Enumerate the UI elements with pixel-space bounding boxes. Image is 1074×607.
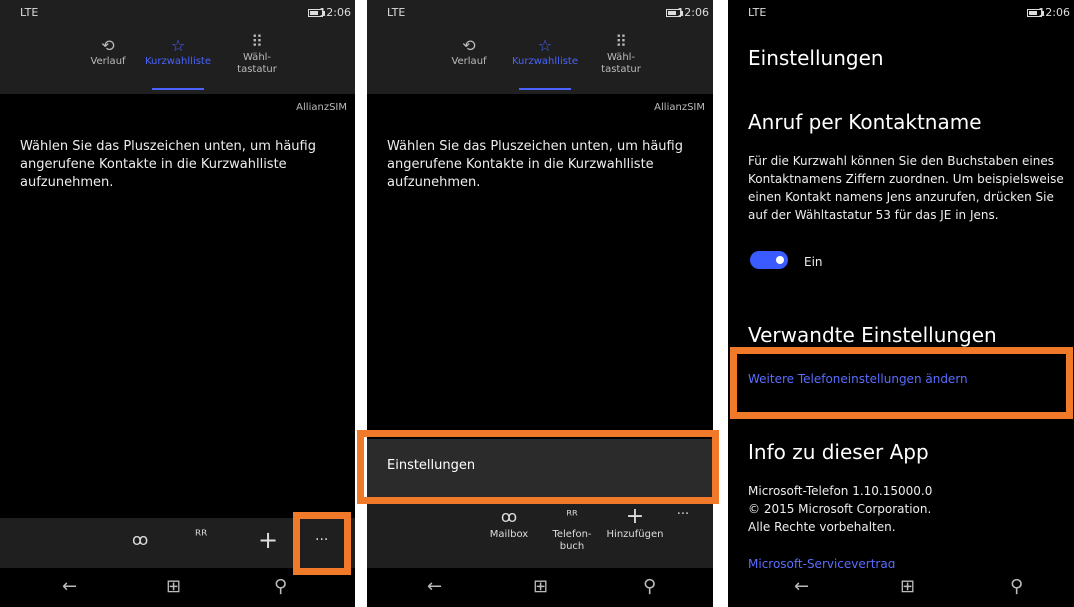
screen-speed-dial-menu: LTE 12:06 ⟲ Verlauf ☆ Kurzwahlliste ⠿ Wä… bbox=[367, 0, 713, 607]
keypad-icon: ⠿ bbox=[615, 32, 627, 51]
tab-history[interactable]: ⟲ Verlauf bbox=[427, 24, 511, 94]
mailbox-button[interactable]: ꝏ Mailbox bbox=[479, 507, 539, 541]
empty-message: Wählen Sie das Pluszeichen unten, um häu… bbox=[387, 139, 683, 190]
highlight-phone-settings-link bbox=[730, 347, 1073, 419]
windows-icon[interactable]: ⊞ bbox=[533, 576, 548, 597]
clock: 12:06 bbox=[319, 6, 351, 19]
star-icon: ☆ bbox=[537, 36, 553, 55]
signal-indicator: LTE bbox=[20, 6, 39, 19]
rights-notice: Alle Rechte vorbehalten. bbox=[748, 520, 896, 534]
search-icon[interactable]: ⚲ bbox=[643, 576, 656, 597]
pivot-bar: ⟲ Verlauf ☆ Kurzwahlliste ⠿ Wähl- tastat… bbox=[0, 24, 355, 94]
back-icon[interactable]: ← bbox=[62, 576, 77, 597]
tab-dial-pad[interactable]: ⠿ Wähl- tastatur bbox=[215, 24, 299, 94]
app-version: Microsoft-Telefon 1.10.15000.0 bbox=[748, 484, 933, 498]
clock: 12:06 bbox=[1038, 6, 1070, 19]
add-button[interactable]: + bbox=[258, 526, 278, 554]
tab-speed-dial[interactable]: ☆ Kurzwahlliste bbox=[136, 24, 220, 94]
sim-label: AllianzSIM bbox=[296, 102, 347, 113]
nav-bar: ← ⊞ ⚲ bbox=[728, 568, 1074, 607]
keypad-icon: ⠿ bbox=[251, 32, 263, 51]
voicemail-icon: ꝏ bbox=[500, 507, 518, 526]
status-bar: LTE 12:06 bbox=[728, 0, 1074, 24]
phonebook-button[interactable]: ᴿᴿ Telefon- buch bbox=[542, 507, 602, 553]
history-icon: ⟲ bbox=[462, 36, 476, 55]
more-button[interactable]: ··· bbox=[663, 507, 703, 522]
windows-icon[interactable]: ⊞ bbox=[900, 576, 915, 597]
call-by-name-toggle[interactable] bbox=[750, 251, 788, 269]
toggle-label: Ein bbox=[804, 255, 823, 269]
highlight-more-button bbox=[293, 512, 351, 575]
section-heading-about: Info zu dieser App bbox=[748, 440, 929, 464]
tab-speed-dial[interactable]: ☆ Kurzwahlliste bbox=[503, 24, 587, 94]
highlight-settings-menu bbox=[357, 430, 719, 504]
search-icon[interactable]: ⚲ bbox=[1010, 576, 1023, 597]
add-icon: + bbox=[625, 504, 645, 529]
search-icon[interactable]: ⚲ bbox=[274, 576, 287, 597]
sim-label: AllianzSIM bbox=[654, 102, 705, 113]
copyright: © 2015 Microsoft Corporation. bbox=[748, 502, 932, 516]
windows-icon[interactable]: ⊞ bbox=[166, 576, 181, 597]
screen-settings: LTE 12:06 Einstellungen Anruf per Kontak… bbox=[728, 0, 1074, 607]
signal-indicator: LTE bbox=[748, 6, 767, 19]
empty-message: Wählen Sie das Pluszeichen unten, um häu… bbox=[20, 139, 316, 190]
app-bar-expanded: ꝏ Mailbox ᴿᴿ Telefon- buch + Hinzufügen … bbox=[367, 499, 713, 568]
pivot-bar: ⟲ Verlauf ☆ Kurzwahlliste ⠿ Wähl- tastat… bbox=[367, 24, 713, 94]
star-icon: ☆ bbox=[170, 36, 186, 55]
section-heading-related: Verwandte Einstellungen bbox=[748, 323, 997, 347]
nav-bar: ← ⊞ ⚲ bbox=[367, 568, 713, 607]
status-bar: LTE 12:06 bbox=[367, 0, 713, 24]
section-description: Für die Kurzwahl können Sie den Buchstab… bbox=[748, 154, 1064, 222]
section-heading-contact-name: Anruf per Kontaktname bbox=[748, 110, 982, 134]
page-title: Einstellungen bbox=[748, 46, 884, 70]
clock: 12:06 bbox=[677, 6, 709, 19]
voicemail-button[interactable]: ꝏ bbox=[132, 530, 148, 549]
people-icon: ᴿᴿ bbox=[566, 509, 578, 524]
phonebook-button[interactable]: ᴿᴿ bbox=[195, 528, 207, 544]
back-icon[interactable]: ← bbox=[794, 576, 809, 597]
tab-dial-pad[interactable]: ⠿ Wähl- tastatur bbox=[579, 24, 663, 94]
signal-indicator: LTE bbox=[387, 6, 406, 19]
status-bar: LTE 12:06 bbox=[0, 0, 355, 24]
back-icon[interactable]: ← bbox=[427, 576, 442, 597]
add-button[interactable]: + Hinzufügen bbox=[605, 504, 665, 541]
